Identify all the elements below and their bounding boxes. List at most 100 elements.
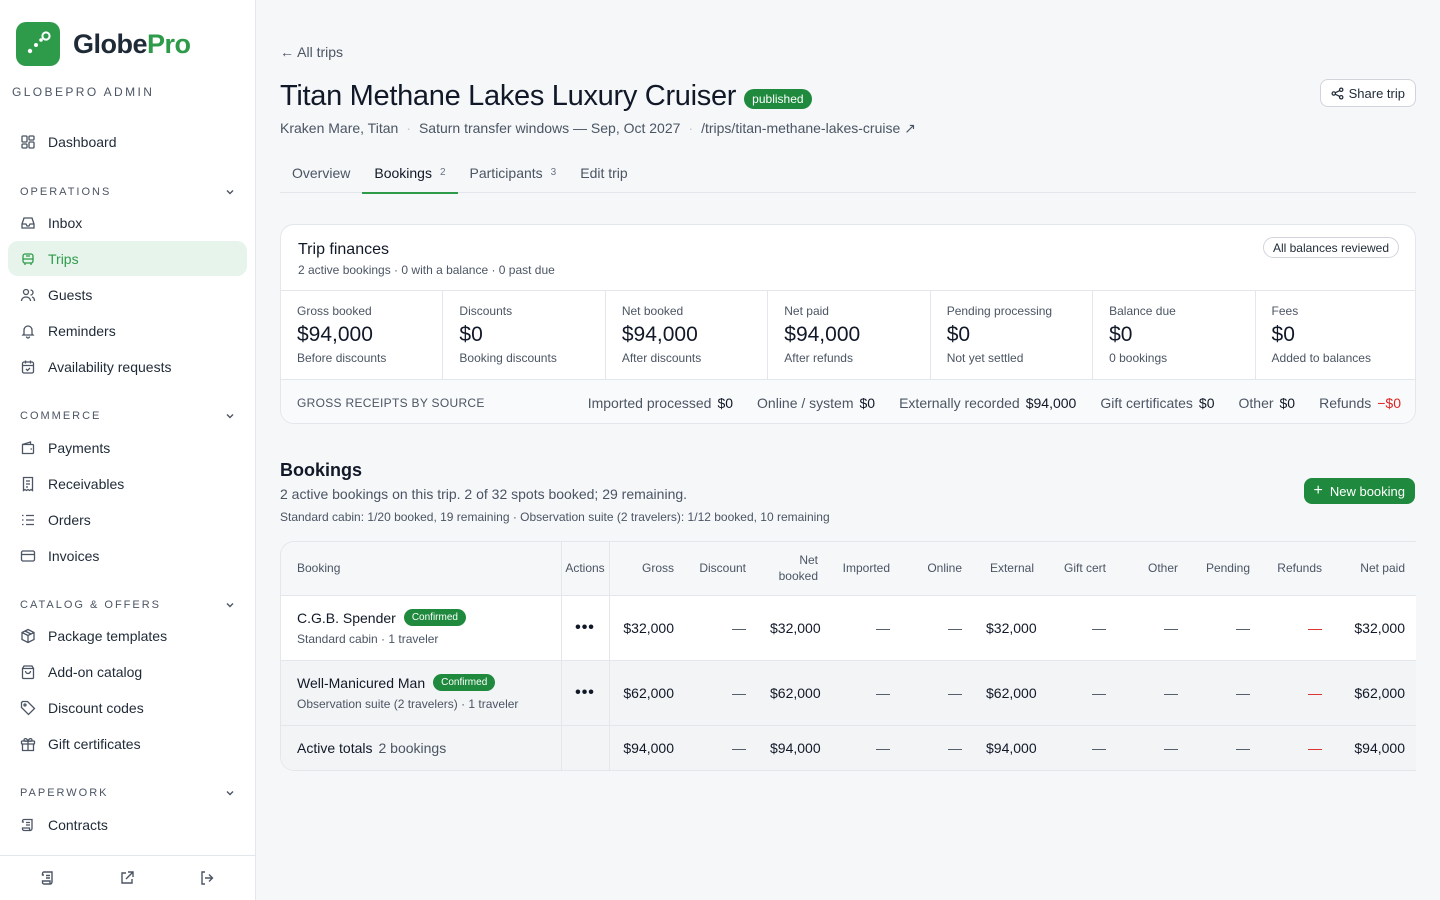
confirmed-badge: Confirmed	[403, 609, 466, 626]
trip-finances-card: Trip finances 2 active bookings · 0 with…	[280, 224, 1416, 424]
new-booking-label: New booking	[1329, 483, 1405, 499]
stat-balance-due: Balance due $0 0 bookings	[1093, 291, 1256, 379]
bookings-table: Booking Actions Gross Discount Net booke…	[281, 542, 1416, 770]
stat-net-paid: Net paid $94,000 After refunds	[768, 291, 931, 379]
scroll-icon[interactable]	[39, 869, 57, 887]
total-other: —	[1118, 724, 1190, 770]
section-catalog-offers[interactable]: CATALOG & OFFERS	[20, 597, 236, 613]
section-commerce[interactable]: COMMERCE	[20, 408, 236, 424]
wallet-icon	[20, 440, 36, 456]
trip-path-link[interactable]: /trips/titan-methane-lakes-cruise ↗	[701, 120, 916, 137]
receipt-refunds: Refunds −$0	[1319, 394, 1401, 411]
actions-cell: •••	[561, 660, 610, 726]
sidebar-item-dashboard[interactable]: Dashboard	[8, 124, 247, 159]
sidebar-item-inbox[interactable]: Inbox	[8, 205, 247, 240]
column-header: External	[974, 542, 1046, 596]
sidebar-item-discount-codes[interactable]: Discount codes	[8, 690, 247, 725]
guest-name[interactable]: Well-Manicured Man	[297, 675, 425, 691]
booking-detail: Standard cabin · 1 traveler	[297, 632, 439, 646]
tab-bookings[interactable]: Bookings 2	[362, 152, 458, 194]
section-paperwork[interactable]: PAPERWORK	[20, 785, 236, 801]
cell-refunds: —	[1262, 595, 1334, 661]
actions-cell: •••	[561, 595, 610, 661]
scroll-icon	[20, 817, 36, 833]
column-header: Net paid	[1334, 542, 1416, 596]
new-booking-button[interactable]: + New booking	[1303, 478, 1415, 504]
column-header: Online	[902, 542, 974, 596]
package-icon	[20, 628, 36, 644]
totals-label: Active totals	[297, 739, 373, 756]
sidebar-item-reminders[interactable]: Reminders	[8, 313, 247, 348]
dashboard-icon	[20, 134, 36, 150]
brand[interactable]: GlobePro	[16, 22, 191, 66]
sidebar-item-label: Contracts	[48, 816, 108, 833]
calendar-icon	[20, 359, 36, 375]
stat-gross-booked: Gross booked $94,000 Before discounts	[281, 291, 444, 379]
section-title: COMMERCE	[20, 410, 102, 422]
sidebar-item-add-on-catalog[interactable]: Add-on catalog	[8, 654, 247, 689]
cell-gross: $32,000	[609, 595, 686, 661]
sidebar-footer	[0, 855, 255, 900]
total-gross: $94,000	[609, 724, 686, 770]
receipt-other: Other $0	[1238, 394, 1296, 411]
sidebar-item-receivables[interactable]: Receivables	[8, 466, 247, 501]
guest-name[interactable]: C.G.B. Spender	[297, 610, 396, 626]
title-row: Titan Methane Lakes Luxury Cruiser publi…	[280, 80, 812, 113]
sidebar-item-contracts[interactable]: Contracts	[8, 807, 247, 842]
finance-stats: Gross booked $94,000 Before discounts Disc…	[281, 290, 1415, 380]
totals-row: Active totals 2 bookings $94,000 — $94,00…	[281, 724, 1416, 770]
sidebar-item-guests[interactable]: Guests	[8, 277, 247, 312]
column-header: Actions	[561, 542, 610, 596]
table-row[interactable]: C.G.B. Spender Confirmed Standard cabin ·…	[281, 595, 1416, 661]
more-actions-icon[interactable]: •••	[575, 619, 595, 636]
cell-online: —	[902, 595, 974, 661]
total-net-paid: $94,000	[1334, 724, 1416, 770]
gift-icon	[20, 736, 36, 752]
sidebar-item-label: Inbox	[48, 214, 83, 231]
sidebar-item-label: Reminders	[48, 322, 116, 339]
inbox-icon	[20, 215, 36, 231]
total-gift-cert: —	[1046, 724, 1118, 770]
column-header: Discount	[686, 542, 758, 596]
table-row[interactable]: Well-Manicured Man Confirmed Observation …	[281, 660, 1416, 726]
column-header: Net booked	[758, 542, 830, 596]
finances-subtitle: 2 active bookings · 0 with a balance · 0…	[298, 263, 555, 277]
column-header: Imported	[830, 542, 902, 596]
stat-discounts: Discounts $0 Booking discounts	[443, 291, 606, 379]
sidebar-item-orders[interactable]: Orders	[8, 502, 247, 537]
external-link-icon[interactable]	[118, 869, 136, 887]
booking-cell[interactable]: C.G.B. Spender Confirmed Standard cabin ·…	[281, 595, 562, 661]
stat-fees: Fees $0 Added to balances	[1271, 304, 1371, 365]
table-header-row: Booking Actions Gross Discount Net booke…	[281, 542, 1416, 596]
sidebar-item-payments[interactable]: Payments	[8, 430, 247, 465]
column-header: Gift cert	[1046, 542, 1118, 596]
tab-edit-trip[interactable]: Edit trip	[568, 152, 639, 193]
sidebar-item-availability-requests[interactable]: Availability requests	[8, 349, 247, 384]
more-actions-icon[interactable]: •••	[575, 684, 595, 701]
section-title: PAPERWORK	[20, 787, 109, 799]
total-online: —	[902, 724, 974, 770]
tab-overview[interactable]: Overview	[280, 152, 362, 193]
trip-tabs: Overview Bookings 2 Participants 3 Edit tr…	[280, 152, 1416, 194]
cell-net-booked: $62,000	[758, 660, 830, 726]
section-operations[interactable]: OPERATIONS	[20, 184, 236, 200]
back-to-trips-link[interactable]: ← All trips	[280, 44, 343, 60]
receipt-icon	[20, 476, 36, 492]
tab-participants[interactable]: Participants 3	[458, 152, 569, 193]
cell-gift-cert: —	[1046, 660, 1118, 726]
cell-discount: —	[686, 660, 758, 726]
receipt-gift-certificates: Gift certificates $0	[1100, 394, 1215, 411]
cell-imported: —	[830, 595, 902, 661]
sidebar-item-trips[interactable]: Trips	[8, 241, 247, 276]
sidebar-item-invoices[interactable]: Invoices	[8, 538, 247, 573]
sidebar-item-label: Payments	[48, 439, 111, 456]
cell-gift-cert: —	[1046, 595, 1118, 661]
logout-icon[interactable]	[198, 869, 216, 887]
bell-icon	[20, 323, 36, 339]
balances-reviewed-badge: All balances reviewed	[1262, 237, 1399, 258]
booking-cell[interactable]: Well-Manicured Man Confirmed Observation …	[281, 660, 562, 726]
bag-icon	[20, 664, 36, 680]
sidebar-item-package-templates[interactable]: Package templates	[8, 618, 247, 653]
share-trip-button[interactable]: Share trip	[1319, 79, 1416, 107]
sidebar-item-gift-certificates[interactable]: Gift certificates	[8, 726, 247, 761]
